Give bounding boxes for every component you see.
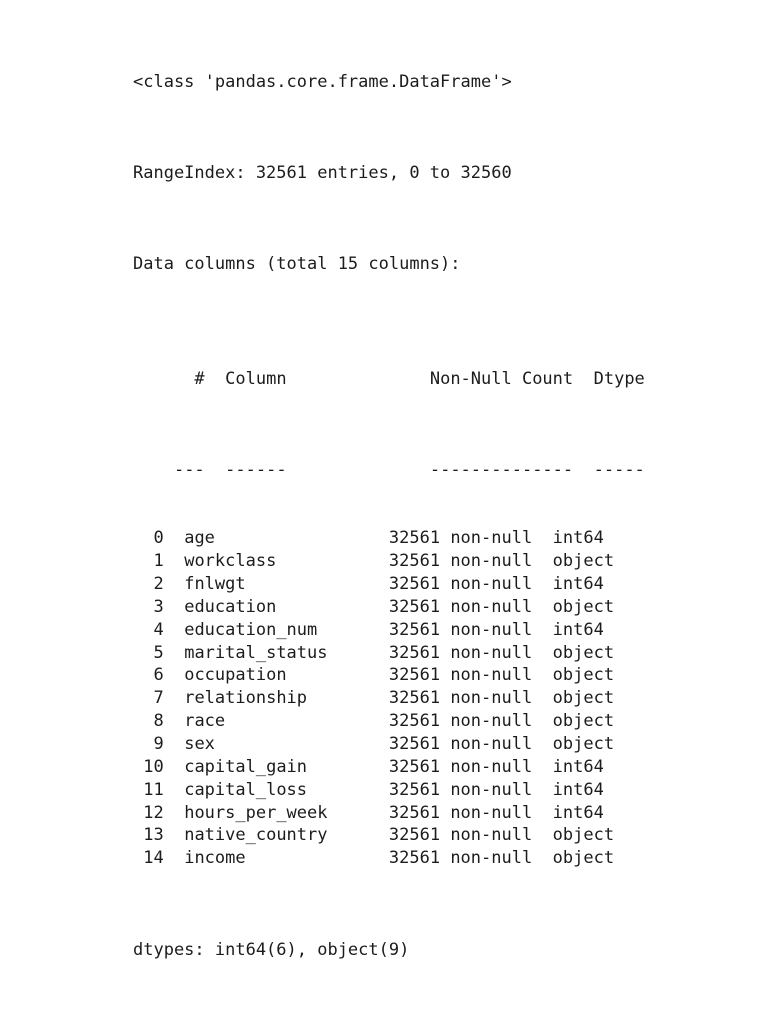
row-non-null-count: 32561 non-null <box>388 848 553 869</box>
separator-column-rule: ------ <box>225 459 430 480</box>
row-dtype: object <box>552 551 615 572</box>
row-dtype: int64 <box>552 756 604 777</box>
table-header-row: # Column Non-Null Count Dtype <box>133 345 644 389</box>
row-non-null-count: 32561 non-null <box>388 574 553 595</box>
row-index: 2 <box>133 574 164 595</box>
column-rows: 0 age 32561 non-null int64 1 workclass 3… <box>133 527 645 870</box>
row-column-name: sex <box>184 734 389 754</box>
table-separator-row: --- ------ -------------- ----- <box>133 436 645 480</box>
row-column-name: education <box>184 596 389 617</box>
table-row: 6 occupation 32561 non-null object <box>133 664 645 687</box>
header-non-null-label: Non-Null Count <box>429 368 594 389</box>
dtypes-summary-line: dtypes: int64(6), object(9) <box>133 939 410 960</box>
range-index-line: RangeIndex: 32561 entries, 0 to 32560 <box>133 162 512 183</box>
table-row: 1 workclass 32561 non-null object <box>133 550 645 573</box>
row-dtype: object <box>552 825 615 846</box>
row-index: 12 <box>133 802 164 823</box>
row-non-null-count: 32561 non-null <box>388 779 553 800</box>
row-column-name: capital_loss <box>184 779 389 800</box>
row-non-null-count: 32561 non-null <box>388 665 553 686</box>
row-index: 9 <box>133 734 164 754</box>
row-dtype: int64 <box>552 779 604 800</box>
row-dtype: object <box>552 711 615 732</box>
row-index: 5 <box>133 642 164 663</box>
header-index-label: # <box>173 368 226 389</box>
row-column-name: age <box>184 528 389 549</box>
row-non-null-count: 32561 non-null <box>388 642 553 663</box>
row-column-name: workclass <box>184 551 389 572</box>
row-column-name: occupation <box>184 665 389 686</box>
row-non-null-count: 32561 non-null <box>388 551 553 572</box>
dataframe-info-output: <class 'pandas.core.frame.DataFrame'> Ra… <box>133 2 645 1028</box>
header-column-label: Column <box>225 368 430 389</box>
row-non-null-count: 32561 non-null <box>388 528 553 549</box>
row-column-name: marital_status <box>184 642 389 663</box>
table-row: 12 hours_per_week 32561 non-null int64 <box>133 802 645 825</box>
row-dtype: object <box>552 596 615 617</box>
row-index: 0 <box>133 528 164 549</box>
row-non-null-count: 32561 non-null <box>388 711 553 732</box>
row-column-name: capital_gain <box>184 756 389 777</box>
table-row: 5 marital_status 32561 non-null object <box>133 642 645 665</box>
separator-index-rule: --- <box>173 459 226 480</box>
row-dtype: object <box>552 665 615 686</box>
class-line: <class 'pandas.core.frame.DataFrame'> <box>133 71 512 92</box>
table-row: 9 sex 32561 non-null object <box>133 733 645 756</box>
row-index: 11 <box>133 779 164 800</box>
row-index: 14 <box>133 848 164 869</box>
row-non-null-count: 32561 non-null <box>388 802 553 823</box>
row-non-null-count: 32561 non-null <box>388 734 553 754</box>
table-row: 11 capital_loss 32561 non-null int64 <box>133 779 645 802</box>
row-index: 13 <box>133 825 164 846</box>
row-index: 1 <box>133 551 164 572</box>
row-non-null-count: 32561 non-null <box>388 596 553 617</box>
row-index: 8 <box>133 711 164 732</box>
row-dtype: int64 <box>552 528 604 549</box>
row-column-name: education_num <box>184 619 389 640</box>
row-index: 6 <box>133 665 164 686</box>
row-dtype: object <box>552 642 615 663</box>
row-index: 7 <box>133 688 164 709</box>
separator-dtype-rule: ----- <box>593 459 645 480</box>
row-column-name: fnlwgt <box>184 574 389 595</box>
table-row: 10 capital_gain 32561 non-null int64 <box>133 756 645 779</box>
row-dtype: int64 <box>552 619 604 640</box>
row-column-name: native_country <box>184 825 389 846</box>
table-row: 0 age 32561 non-null int64 <box>133 527 645 550</box>
table-row: 7 relationship 32561 non-null object <box>133 687 645 710</box>
table-row: 2 fnlwgt 32561 non-null int64 <box>133 573 645 596</box>
row-column-name: hours_per_week <box>184 802 389 823</box>
row-dtype: object <box>552 848 615 869</box>
row-non-null-count: 32561 non-null <box>388 688 553 709</box>
row-column-name: race <box>184 711 389 732</box>
data-columns-line: Data columns (total 15 columns): <box>133 254 461 275</box>
row-column-name: income <box>184 848 389 869</box>
table-row: 14 income 32561 non-null object <box>133 847 645 870</box>
table-row: 4 education_num 32561 non-null int64 <box>133 619 645 642</box>
table-row: 8 race 32561 non-null object <box>133 710 645 733</box>
table-row: 3 education 32561 non-null object <box>133 596 645 619</box>
row-dtype: object <box>552 688 615 709</box>
row-dtype: int64 <box>552 574 604 595</box>
table-row: 13 native_country 32561 non-null object <box>133 824 645 847</box>
row-index: 3 <box>133 596 164 617</box>
row-non-null-count: 32561 non-null <box>388 619 553 640</box>
separator-non-null-rule: -------------- <box>429 459 594 480</box>
row-non-null-count: 32561 non-null <box>388 825 553 846</box>
row-dtype: object <box>552 734 615 754</box>
row-index: 4 <box>133 619 164 640</box>
header-dtype-label: Dtype <box>593 368 645 389</box>
row-non-null-count: 32561 non-null <box>388 756 553 777</box>
row-index: 10 <box>133 756 164 777</box>
row-column-name: relationship <box>184 688 389 709</box>
row-dtype: int64 <box>552 802 604 823</box>
